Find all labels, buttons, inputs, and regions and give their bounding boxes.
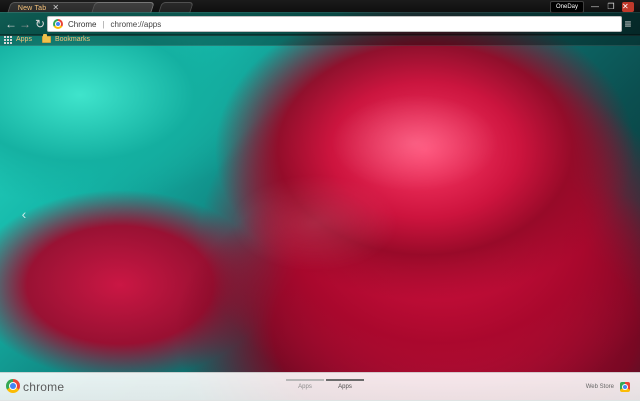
bookmarks-bar: Apps Bookmarks bbox=[0, 34, 640, 46]
apps-page-label: Apps bbox=[338, 384, 352, 390]
background-wallpaper bbox=[0, 0, 640, 400]
forward-button[interactable]: → bbox=[18, 17, 32, 31]
address-separator: | bbox=[102, 19, 105, 29]
folder-icon bbox=[41, 34, 51, 43]
bookmark-folder[interactable]: Bookmarks bbox=[41, 34, 90, 46]
bookmark-apps[interactable]: Apps bbox=[4, 34, 32, 46]
apps-bottom-bar: chrome Apps Apps Web Store bbox=[0, 372, 640, 401]
close-button[interactable]: ✕ bbox=[622, 2, 634, 12]
minimize-button[interactable]: — bbox=[590, 3, 600, 11]
bookmark-label: Apps bbox=[16, 36, 32, 43]
chrome-logo-icon bbox=[6, 379, 20, 393]
tab-close-icon[interactable]: ✕ bbox=[52, 3, 59, 12]
browser-toolbar: ← → ↻ Chrome | chrome://apps ≡ bbox=[0, 12, 640, 36]
tab-label: New Tab bbox=[17, 4, 47, 12]
left-arrow-button[interactable]: ‹ bbox=[18, 206, 30, 222]
address-site-label: Chrome bbox=[68, 19, 97, 29]
bookmark-label: Bookmarks bbox=[54, 36, 90, 43]
apps-page-tab[interactable]: Apps bbox=[286, 379, 324, 395]
web-store-icon bbox=[620, 382, 630, 392]
web-store-link[interactable]: Web Store bbox=[586, 382, 630, 392]
apps-grid-icon bbox=[4, 35, 12, 44]
maximize-button[interactable]: ❐ bbox=[606, 3, 616, 11]
apps-page-indicator bbox=[286, 379, 324, 381]
reload-button[interactable]: ↻ bbox=[33, 17, 47, 31]
chrome-brand-text: chrome bbox=[23, 380, 65, 394]
title-bar: New Tab ✕ OneDay — ❐ ✕ bbox=[0, 0, 640, 13]
address-bar-text: Chrome | chrome://apps bbox=[68, 20, 161, 29]
apps-page-tabs: Apps Apps bbox=[286, 379, 366, 395]
apps-page-label: Apps bbox=[298, 384, 312, 390]
address-url: chrome://apps bbox=[110, 19, 162, 29]
chrome-page-icon bbox=[53, 19, 63, 29]
address-bar[interactable]: Chrome | chrome://apps bbox=[47, 16, 622, 32]
back-button[interactable]: ← bbox=[4, 17, 18, 31]
chrome-menu-button[interactable]: ≡ bbox=[622, 17, 634, 31]
web-store-label: Web Store bbox=[585, 384, 614, 390]
apps-page-indicator bbox=[326, 379, 364, 381]
apps-page-tab-active[interactable]: Apps bbox=[326, 379, 364, 395]
